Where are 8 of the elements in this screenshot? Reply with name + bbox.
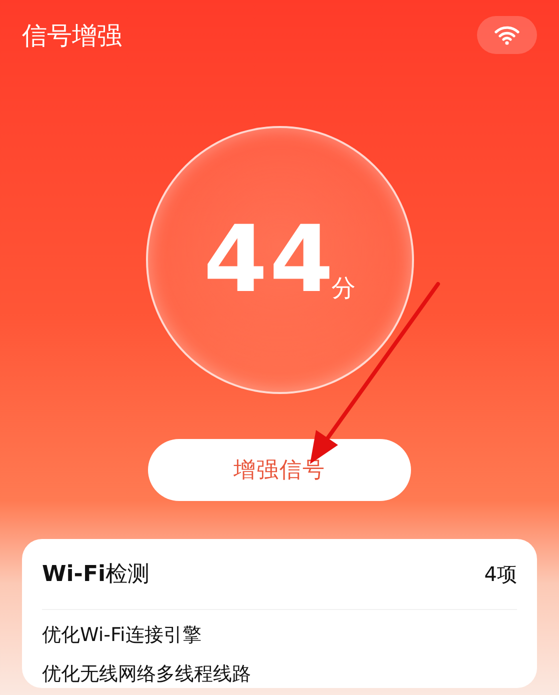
boost-signal-button[interactable]: 增强信号 — [148, 439, 411, 501]
card-title: Wi-Fi检测 — [42, 561, 150, 589]
check-item: 优化无线网络多线程线路 — [42, 662, 252, 687]
wifi-button[interactable] — [477, 16, 537, 54]
check-item: 优化Wi-Fi连接引擎 — [42, 623, 202, 648]
item-count: 4项 — [484, 560, 517, 588]
wifi-icon — [494, 25, 520, 45]
page-title: 信号增强 — [22, 20, 122, 52]
